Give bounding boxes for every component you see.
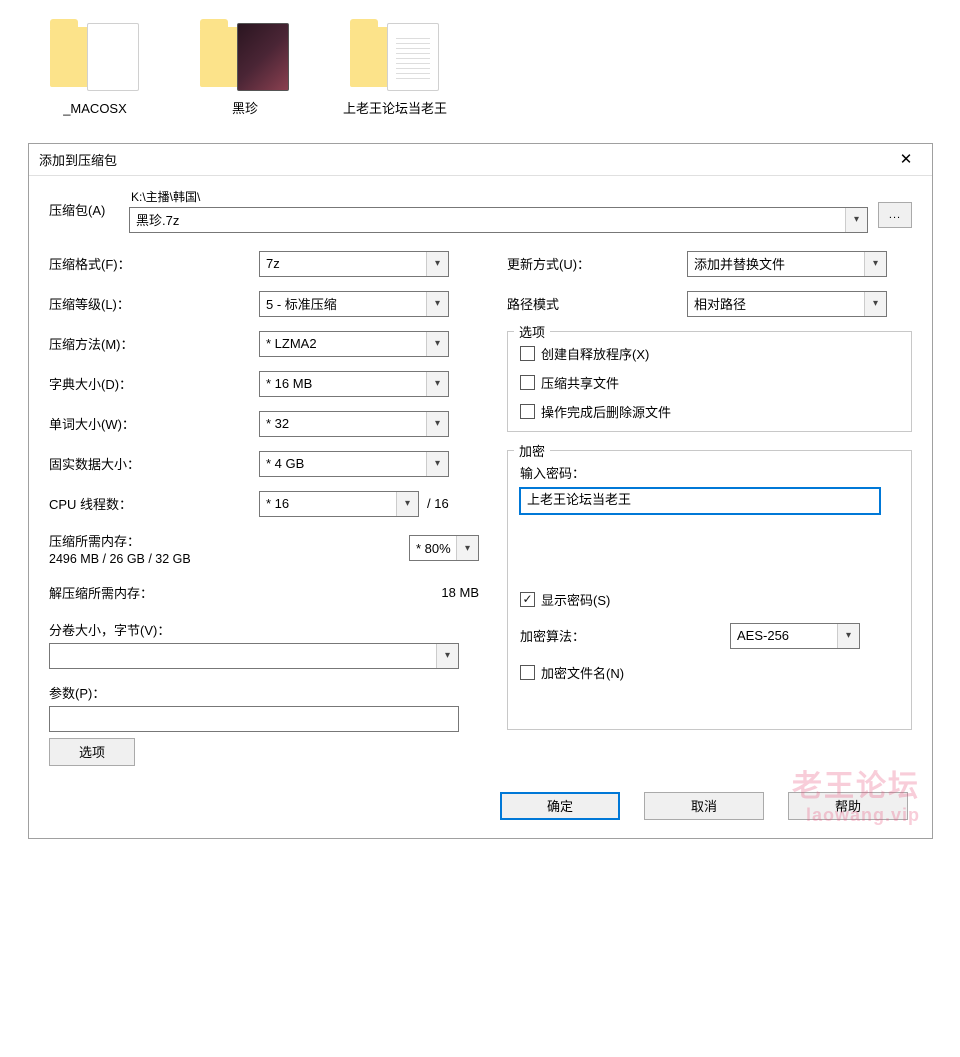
browse-button[interactable]: ...: [878, 202, 912, 228]
folder-label: 黑珍: [232, 101, 258, 118]
checkbox-icon: ✓: [520, 592, 535, 607]
add-to-archive-dialog: 添加到压缩包 ✕ 压缩包(A) K:\主播\韩国\ 黑珍.7z ▾ ... 压缩…: [28, 143, 933, 839]
sfx-checkbox[interactable]: 创建自释放程序(X): [520, 344, 899, 363]
options-legend: 选项: [514, 322, 550, 341]
chevron-down-icon[interactable]: ▾: [426, 292, 448, 316]
folder-icon: [198, 15, 293, 95]
update-mode-label: 更新方式(U)：: [507, 254, 687, 273]
dialog-title: 添加到压缩包: [39, 150, 888, 169]
folder-icon: [48, 15, 143, 95]
folder-laowang[interactable]: 上老王论坛当老王: [335, 15, 455, 118]
archive-file-value: 黑珍.7z: [136, 210, 179, 229]
folder-macosx[interactable]: _MACOSX: [35, 15, 155, 118]
checkbox-icon: [520, 375, 535, 390]
solid-label: 固实数据大小：: [49, 454, 259, 473]
enc-alg-select[interactable]: AES-256 ▾: [730, 623, 860, 649]
folder-heizhen[interactable]: 黑珍: [185, 15, 305, 118]
folder-icon: [348, 15, 443, 95]
mem-compress-label: 压缩所需内存：: [49, 531, 409, 550]
options-group: 选项 创建自释放程序(X) 压缩共享文件 操作完成后删除源文件: [507, 331, 912, 432]
chevron-down-icon[interactable]: ▾: [426, 412, 448, 436]
params-label: 参数(P)：: [49, 683, 479, 702]
level-select[interactable]: 5 - 标准压缩 ▾: [259, 291, 449, 317]
chevron-down-icon[interactable]: ▾: [426, 252, 448, 276]
folder-label: _MACOSX: [63, 101, 127, 118]
options-button[interactable]: 选项: [49, 738, 135, 766]
chevron-down-icon[interactable]: ▾: [436, 644, 458, 668]
chevron-down-icon[interactable]: ▾: [864, 292, 886, 316]
password-label: 输入密码：: [520, 463, 899, 482]
path-mode-label: 路径模式: [507, 294, 687, 313]
archive-label: 压缩包(A): [49, 188, 119, 219]
split-size-combo[interactable]: ▾: [49, 643, 459, 669]
folder-label: 上老王论坛当老王: [343, 101, 447, 118]
mem-decompress-value: 18 MB: [419, 585, 479, 600]
checkbox-icon: [520, 404, 535, 419]
update-mode-select[interactable]: 添加并替换文件 ▾: [687, 251, 887, 277]
format-label: 压缩格式(F)：: [49, 254, 259, 273]
chevron-down-icon[interactable]: ▾: [845, 208, 867, 232]
method-select[interactable]: * LZMA2 ▾: [259, 331, 449, 357]
chevron-down-icon[interactable]: ▾: [837, 624, 859, 648]
word-label: 单词大小(W)：: [49, 414, 259, 433]
threads-label: CPU 线程数：: [49, 494, 259, 513]
chevron-down-icon[interactable]: ▾: [426, 372, 448, 396]
split-label: 分卷大小，字节(V)：: [49, 620, 479, 639]
encrypt-names-checkbox[interactable]: 加密文件名(N): [520, 663, 899, 682]
threads-select[interactable]: * 16 ▾: [259, 491, 419, 517]
ok-button[interactable]: 确定: [500, 792, 620, 820]
checkbox-icon: [520, 346, 535, 361]
archive-file-combo[interactable]: 黑珍.7z ▾: [129, 207, 868, 233]
dialog-footer: 确定 取消 帮助: [49, 792, 912, 820]
params-input[interactable]: [49, 706, 459, 732]
level-label: 压缩等级(L)：: [49, 294, 259, 313]
close-button[interactable]: ✕: [888, 145, 924, 173]
enc-alg-label: 加密算法：: [520, 626, 730, 645]
chevron-down-icon[interactable]: ▾: [426, 332, 448, 356]
share-checkbox[interactable]: 压缩共享文件: [520, 373, 899, 392]
format-select[interactable]: 7z ▾: [259, 251, 449, 277]
mem-decompress-label: 解压缩所需内存：: [49, 583, 419, 602]
encryption-legend: 加密: [514, 441, 550, 460]
encryption-group: 加密 输入密码： 上老王论坛当老王 ✓ 显示密码(S) 加密算法： AES-25…: [507, 450, 912, 730]
dict-select[interactable]: * 16 MB ▾: [259, 371, 449, 397]
help-button[interactable]: 帮助: [788, 792, 908, 820]
password-input[interactable]: 上老王论坛当老王: [520, 488, 880, 514]
mem-compress-value: 2496 MB / 26 GB / 32 GB: [49, 552, 409, 566]
delete-after-checkbox[interactable]: 操作完成后删除源文件: [520, 402, 899, 421]
titlebar: 添加到压缩包 ✕: [29, 144, 932, 176]
checkbox-icon: [520, 665, 535, 680]
dict-label: 字典大小(D)：: [49, 374, 259, 393]
cancel-button[interactable]: 取消: [644, 792, 764, 820]
threads-max: / 16: [427, 496, 449, 511]
close-icon: ✕: [900, 150, 913, 168]
chevron-down-icon[interactable]: ▾: [864, 252, 886, 276]
archive-path-text: K:\主播\韩国\: [129, 188, 868, 205]
word-select[interactable]: * 32 ▾: [259, 411, 449, 437]
show-password-checkbox[interactable]: ✓ 显示密码(S): [520, 590, 899, 609]
chevron-down-icon[interactable]: ▾: [396, 492, 418, 516]
mem-percent-select[interactable]: * 80% ▾: [409, 535, 479, 561]
chevron-down-icon[interactable]: ▾: [426, 452, 448, 476]
method-label: 压缩方法(M)：: [49, 334, 259, 353]
desktop-area: _MACOSX 黑珍 上老王论坛当老王: [0, 0, 960, 133]
solid-select[interactable]: * 4 GB ▾: [259, 451, 449, 477]
path-mode-select[interactable]: 相对路径 ▾: [687, 291, 887, 317]
chevron-down-icon[interactable]: ▾: [456, 536, 478, 560]
